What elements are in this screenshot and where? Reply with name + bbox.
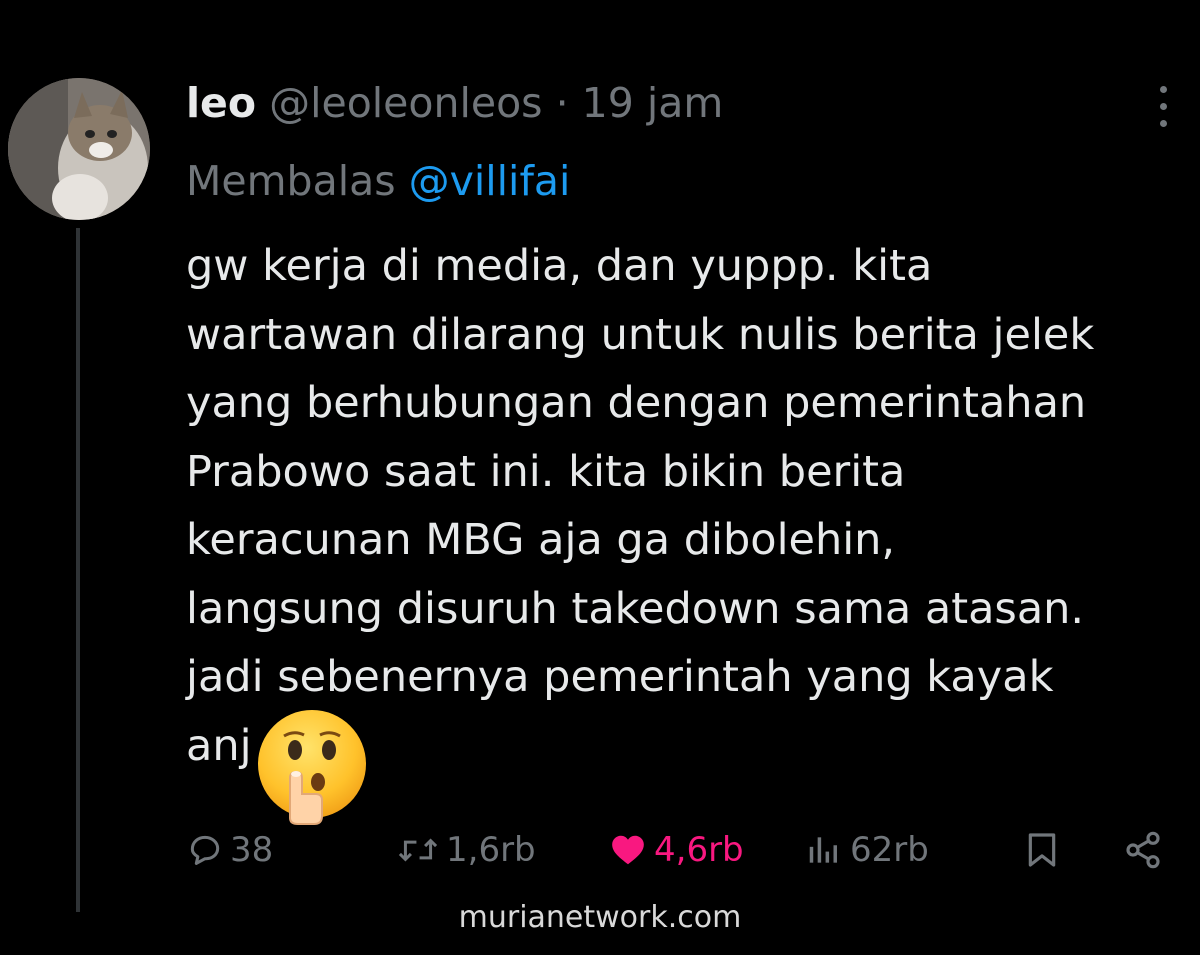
view-count: 62rb	[850, 830, 929, 870]
replying-prefix: Membalas	[186, 157, 396, 205]
post-text-line: wartawan dilarang untuk nulis berita jel…	[186, 309, 1095, 360]
avatar[interactable]	[8, 78, 150, 220]
post-text-line: langsung disuruh takedown sama atasan.	[186, 583, 1085, 634]
like-count: 4,6rb	[654, 830, 744, 870]
views-button[interactable]: 62rb	[804, 822, 929, 878]
heart-icon	[612, 835, 644, 865]
replying-to: Membalas @villifai	[186, 154, 570, 208]
post-header: leo @leoleonleos · 19 jam	[186, 76, 723, 130]
bookmark-icon	[1028, 833, 1056, 867]
separator-dot: ·	[555, 79, 569, 127]
shushing-face-emoji	[258, 710, 366, 825]
post-text-line: Prabowo saat ini. kita bikin berita	[186, 446, 906, 497]
user-handle[interactable]: @leoleonleos	[269, 79, 542, 127]
post-text-line: jadi sebenernya pemerintah yang kayak	[186, 652, 1054, 702]
reply-count: 38	[230, 830, 274, 870]
repost-count: 1,6rb	[446, 830, 536, 870]
repost-button[interactable]: 1,6rb	[396, 822, 536, 878]
bookmark-button[interactable]	[1022, 822, 1062, 878]
repost-icon	[398, 838, 438, 862]
share-button[interactable]	[1122, 822, 1164, 878]
post-text-line: gw kerja di media, dan yuppp. kita	[186, 241, 933, 291]
display-name[interactable]: leo	[186, 79, 256, 127]
post-time[interactable]: 19 jam	[582, 79, 724, 127]
share-icon	[1126, 831, 1160, 869]
views-icon	[809, 837, 837, 863]
post-text: gw kerja di media, dan yuppp. kita warta…	[186, 232, 1196, 780]
watermark-text: murianetwork.com	[458, 900, 742, 935]
post-text-line: yang berhubungan dengan pemerintahan	[186, 378, 1087, 428]
post-text-line: keracunan MBG aja ga dibolehin,	[186, 515, 896, 565]
like-button[interactable]: 4,6rb	[608, 822, 744, 878]
thread-line	[76, 228, 80, 912]
cat-avatar-image	[8, 78, 150, 220]
reply-button[interactable]: 38	[186, 822, 273, 878]
more-icon[interactable]	[1152, 86, 1174, 132]
reply-icon	[190, 835, 220, 865]
replying-mention[interactable]: @villifai	[409, 157, 571, 205]
action-bar: 38 1,6rb 4,6rb 62rb	[186, 822, 1176, 878]
